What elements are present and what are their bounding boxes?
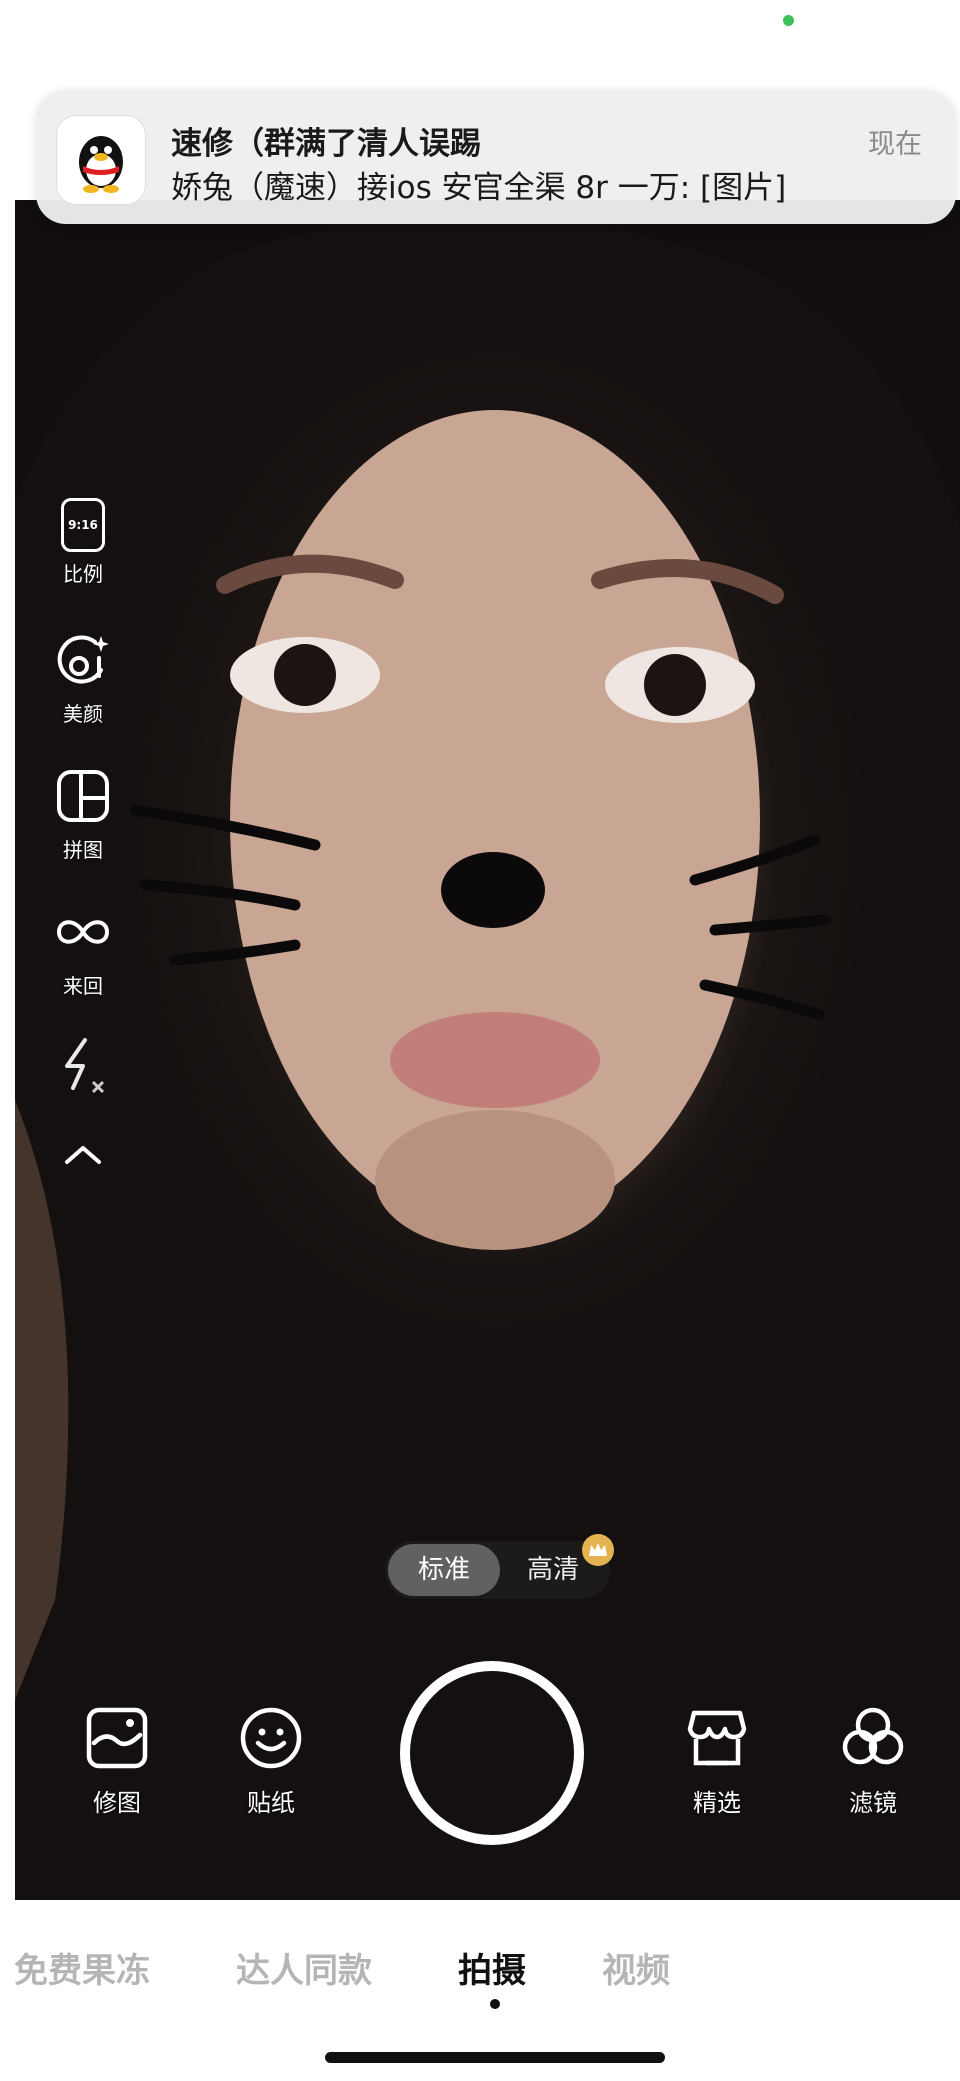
sticker-smile-icon — [240, 1707, 302, 1769]
photo-edit-icon — [86, 1707, 148, 1769]
shutter-button[interactable] — [400, 1661, 584, 1845]
notification-banner[interactable]: 速修（群满了清人误踢 娇兔（魔速）接ios 安官全渠 8r 一万: [图片] 现… — [36, 90, 956, 224]
mode-tab-bar: 免费果冻 达人同款 拍摄 视频 — [0, 1905, 960, 2081]
ratio-button[interactable]: 9:16 比例 — [50, 498, 116, 587]
boomerang-label: 来回 — [63, 974, 103, 998]
store-icon — [687, 1710, 747, 1766]
quality-toggle[interactable]: 标准 高清 — [385, 1541, 610, 1599]
flash-off-icon — [65, 1038, 105, 1094]
filter-circles-icon — [842, 1707, 904, 1765]
stickers-label: 贴纸 — [247, 1789, 295, 1817]
face-with-cat-filter — [15, 214, 960, 1900]
beauty-button[interactable]: 美颜 — [50, 632, 116, 727]
aspect-ratio-icon: 9:16 — [61, 498, 105, 552]
edit-photo-label: 修图 — [93, 1789, 141, 1817]
flash-toggle[interactable] — [50, 1036, 116, 1100]
home-indicator[interactable] — [325, 2052, 665, 2063]
notification-time: 现在 — [868, 129, 922, 160]
boomerang-button[interactable]: 来回 — [50, 904, 116, 999]
featured-label: 精选 — [693, 1789, 741, 1817]
tab-influencer-style[interactable]: 达人同款 — [236, 1943, 372, 1992]
beauty-face-icon — [57, 635, 109, 684]
tab-free-jelly[interactable]: 免费果冻 — [14, 1943, 150, 1992]
ratio-label: 比例 — [63, 562, 103, 586]
notification-title: 速修（群满了清人误踢 — [171, 126, 481, 162]
edit-photo-button[interactable]: 修图 — [72, 1705, 162, 1818]
boomerang-loop-icon — [56, 920, 110, 944]
quality-standard-option[interactable]: 标准 — [388, 1544, 500, 1596]
qq-penguin-icon — [56, 115, 146, 205]
filters-label: 滤镜 — [849, 1789, 897, 1817]
filters-button[interactable]: 滤镜 — [828, 1705, 918, 1818]
featured-button[interactable]: 精选 — [672, 1705, 762, 1818]
tab-capture[interactable]: 拍摄 — [458, 1943, 526, 1992]
beauty-label: 美颜 — [63, 702, 103, 726]
chevron-up-icon — [65, 1146, 101, 1164]
status-indicator-dot — [783, 15, 794, 26]
quality-hd-option[interactable]: 高清 — [513, 1541, 593, 1599]
collage-grid-icon — [57, 770, 109, 822]
notification-body: 娇兔（魔速）接ios 安官全渠 8r 一万: [图片] — [171, 170, 787, 206]
camera-preview[interactable] — [15, 200, 960, 1900]
collage-button[interactable]: 拼图 — [50, 768, 116, 863]
tab-video[interactable]: 视频 — [602, 1943, 670, 1992]
crown-icon — [582, 1534, 614, 1566]
expand-toolbar-button[interactable] — [50, 1140, 116, 1174]
collage-label: 拼图 — [63, 838, 103, 862]
stickers-button[interactable]: 贴纸 — [226, 1705, 316, 1818]
active-tab-indicator — [490, 1999, 500, 2009]
